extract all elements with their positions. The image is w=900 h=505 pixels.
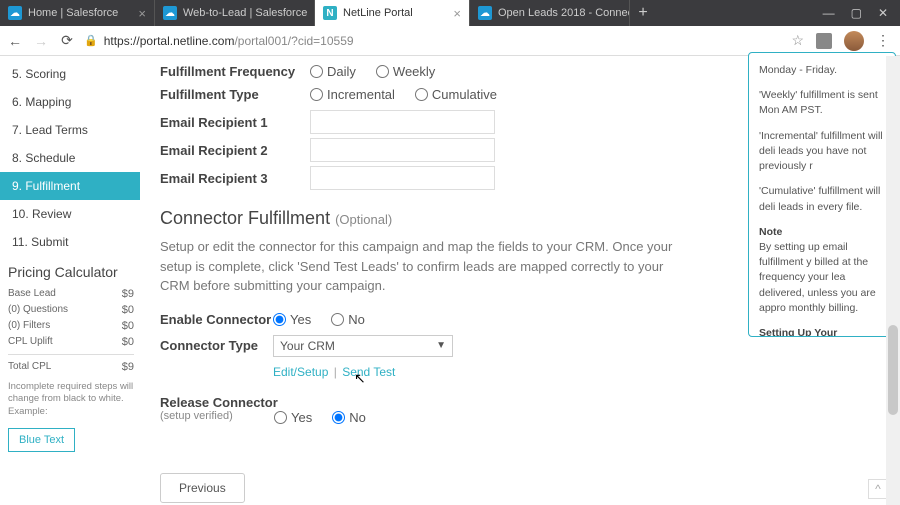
forward-button[interactable]: → bbox=[32, 32, 50, 50]
email-recipient-1-label: Email Recipient 1 bbox=[160, 115, 310, 130]
release-no-option[interactable]: No bbox=[332, 410, 366, 425]
pricing-row: (0) Filters$0 bbox=[8, 318, 134, 334]
url-host: https://portal.netline.com bbox=[104, 34, 235, 48]
sidebar-step-scoring[interactable]: 5. Scoring bbox=[0, 60, 140, 88]
main-form: Fulfillment Frequency Daily Weekly Fulfi… bbox=[140, 56, 900, 505]
help-note-body: By setting up email fulfillment y billed… bbox=[759, 241, 876, 314]
tab-label: Open Leads 2018 - Connector T… bbox=[498, 7, 630, 19]
url-input[interactable]: 🔒 https://portal.netline.com/portal001/?… bbox=[84, 34, 783, 48]
close-icon[interactable]: × bbox=[132, 6, 146, 21]
help-text: Monday - Friday. bbox=[759, 63, 889, 78]
frequency-daily-option[interactable]: Daily bbox=[310, 64, 356, 79]
new-tab-button[interactable]: + bbox=[630, 0, 656, 26]
frequency-weekly-option[interactable]: Weekly bbox=[376, 64, 435, 79]
pricing-row: CPL Uplift$0 bbox=[8, 334, 134, 350]
scroll-to-top-button[interactable]: ^ bbox=[868, 479, 888, 499]
link-separator: | bbox=[334, 365, 337, 379]
connector-type-label: Connector Type bbox=[160, 338, 273, 353]
sidebar-step-mapping[interactable]: 6. Mapping bbox=[0, 88, 140, 116]
sidebar-step-review[interactable]: 10. Review bbox=[0, 200, 140, 228]
menu-icon[interactable]: ⋮ bbox=[876, 32, 890, 49]
connector-type-select[interactable]: Your CRM ▼ bbox=[273, 335, 453, 357]
salesforce-icon: ☁ bbox=[478, 6, 492, 20]
email-recipient-2-label: Email Recipient 2 bbox=[160, 143, 310, 158]
browser-tab[interactable]: ☁ Web-to-Lead | Salesforce × bbox=[155, 0, 315, 26]
sidebar-step-fulfillment[interactable]: 9. Fulfillment bbox=[0, 172, 140, 200]
previous-button[interactable]: Previous bbox=[160, 473, 245, 503]
window-controls: — ▢ ✕ bbox=[811, 0, 900, 26]
close-icon[interactable]: × bbox=[307, 6, 315, 21]
pricing-row: (0) Questions$0 bbox=[8, 302, 134, 318]
type-incremental-option[interactable]: Incremental bbox=[310, 87, 395, 102]
browser-tab-active[interactable]: N NetLine Portal × bbox=[315, 0, 470, 26]
pricing-calculator: Pricing Calculator Base Lead$9 (0) Quest… bbox=[0, 256, 140, 452]
sidebar-step-schedule[interactable]: 8. Schedule bbox=[0, 144, 140, 172]
lock-icon: 🔒 bbox=[84, 34, 98, 47]
email-recipient-3-input[interactable] bbox=[310, 166, 495, 190]
help-text: 'Incremental' fulfillment will deli lead… bbox=[759, 129, 889, 175]
close-window-icon[interactable]: ✕ bbox=[878, 6, 888, 20]
salesforce-icon: ☁ bbox=[8, 6, 22, 20]
pricing-title: Pricing Calculator bbox=[8, 264, 134, 280]
email-recipient-2-input[interactable] bbox=[310, 138, 495, 162]
connector-type-value: Your CRM bbox=[280, 339, 335, 353]
sidebar-step-lead-terms[interactable]: 7. Lead Terms bbox=[0, 116, 140, 144]
tab-label: NetLine Portal bbox=[343, 7, 413, 19]
pricing-total: Total CPL$9 bbox=[8, 359, 134, 375]
fulfillment-type-label: Fulfillment Type bbox=[160, 87, 310, 102]
enable-yes-option[interactable]: Yes bbox=[273, 312, 311, 327]
help-setup-head: Setting Up Your Connector bbox=[759, 327, 837, 337]
minimize-icon[interactable]: — bbox=[823, 6, 835, 20]
help-note-head: Note bbox=[759, 226, 782, 238]
email-recipient-1-input[interactable] bbox=[310, 110, 495, 134]
release-yes-option[interactable]: Yes bbox=[274, 410, 312, 425]
pricing-row: Base Lead$9 bbox=[8, 286, 134, 302]
enable-no-option[interactable]: No bbox=[331, 312, 365, 327]
edit-setup-link[interactable]: Edit/Setup bbox=[273, 365, 328, 379]
email-recipient-3-label: Email Recipient 3 bbox=[160, 171, 310, 186]
blue-text-button[interactable]: Blue Text bbox=[8, 428, 75, 452]
tab-label: Web-to-Lead | Salesforce bbox=[183, 7, 307, 19]
url-path: /portal001/?cid=10559 bbox=[234, 34, 353, 48]
netline-icon: N bbox=[323, 6, 337, 20]
step-sidebar: 5. Scoring 6. Mapping 7. Lead Terms 8. S… bbox=[0, 56, 140, 505]
enable-connector-label: Enable Connector bbox=[160, 312, 273, 327]
reload-button[interactable]: ⟳ bbox=[58, 32, 76, 50]
back-button[interactable]: ← bbox=[6, 32, 24, 50]
close-icon[interactable]: × bbox=[447, 6, 461, 21]
browser-tab[interactable]: ☁ Open Leads 2018 - Connector T… × bbox=[470, 0, 630, 26]
help-panel: Monday - Friday. 'Weekly' fulfillment is… bbox=[748, 52, 896, 337]
scrollbar[interactable] bbox=[886, 56, 900, 505]
help-text: 'Cumulative' fulfillment will deli leads… bbox=[759, 184, 889, 214]
connector-description: Setup or edit the connector for this cam… bbox=[160, 237, 680, 296]
help-text: 'Weekly' fulfillment is sent Mon AM PST. bbox=[759, 88, 889, 118]
avatar[interactable] bbox=[844, 31, 864, 51]
chevron-down-icon: ▼ bbox=[436, 340, 446, 351]
salesforce-icon: ☁ bbox=[163, 6, 177, 20]
type-cumulative-option[interactable]: Cumulative bbox=[415, 87, 497, 102]
release-connector-label: Release Connector bbox=[160, 395, 310, 410]
bookmark-icon[interactable]: ☆ bbox=[791, 32, 804, 49]
browser-tab[interactable]: ☁ Home | Salesforce × bbox=[0, 0, 155, 26]
tab-label: Home | Salesforce bbox=[28, 7, 118, 19]
send-test-link[interactable]: Send Test bbox=[342, 365, 395, 379]
extension-icon[interactable] bbox=[816, 33, 832, 49]
fulfillment-frequency-label: Fulfillment Frequency bbox=[160, 64, 310, 79]
browser-tab-bar: ☁ Home | Salesforce × ☁ Web-to-Lead | Sa… bbox=[0, 0, 900, 26]
pricing-note: Incomplete required steps will change fr… bbox=[8, 381, 134, 418]
scrollbar-thumb[interactable] bbox=[888, 325, 898, 415]
maximize-icon[interactable]: ▢ bbox=[851, 6, 862, 20]
sidebar-step-submit[interactable]: 11. Submit bbox=[0, 228, 140, 256]
